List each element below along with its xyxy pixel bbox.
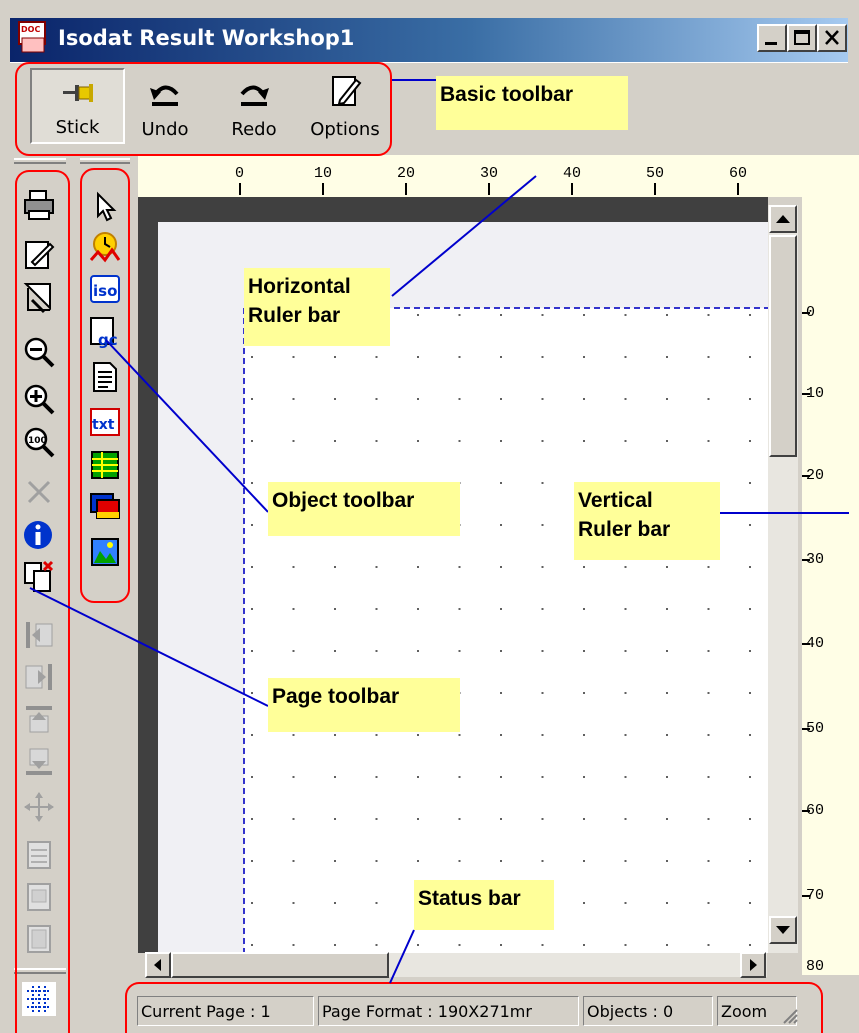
status-bar-note: Status bar <box>414 880 554 930</box>
object-toolbar-note: Object toolbar <box>268 482 460 536</box>
horizontal-ruler-note-line2: Ruler bar <box>248 304 341 327</box>
page-toolbar-note-text: Page toolbar <box>272 685 400 708</box>
horizontal-ruler-note-line1: Horizontal <box>248 275 351 298</box>
vertical-ruler-note-line1: Vertical <box>578 489 653 512</box>
page-toolbar-note: Page toolbar <box>268 678 460 732</box>
vertical-ruler-note-line2: Ruler bar <box>578 518 671 541</box>
status-bar-note-text: Status bar <box>418 887 521 910</box>
object-toolbar-note-text: Object toolbar <box>272 489 415 512</box>
basic-toolbar-note-text: Basic toolbar <box>440 83 574 106</box>
basic-toolbar-note: Basic toolbar <box>436 76 628 130</box>
vertical-ruler-note: Vertical Ruler bar <box>574 482 720 560</box>
horizontal-ruler-note: Horizontal Ruler bar <box>244 268 390 346</box>
